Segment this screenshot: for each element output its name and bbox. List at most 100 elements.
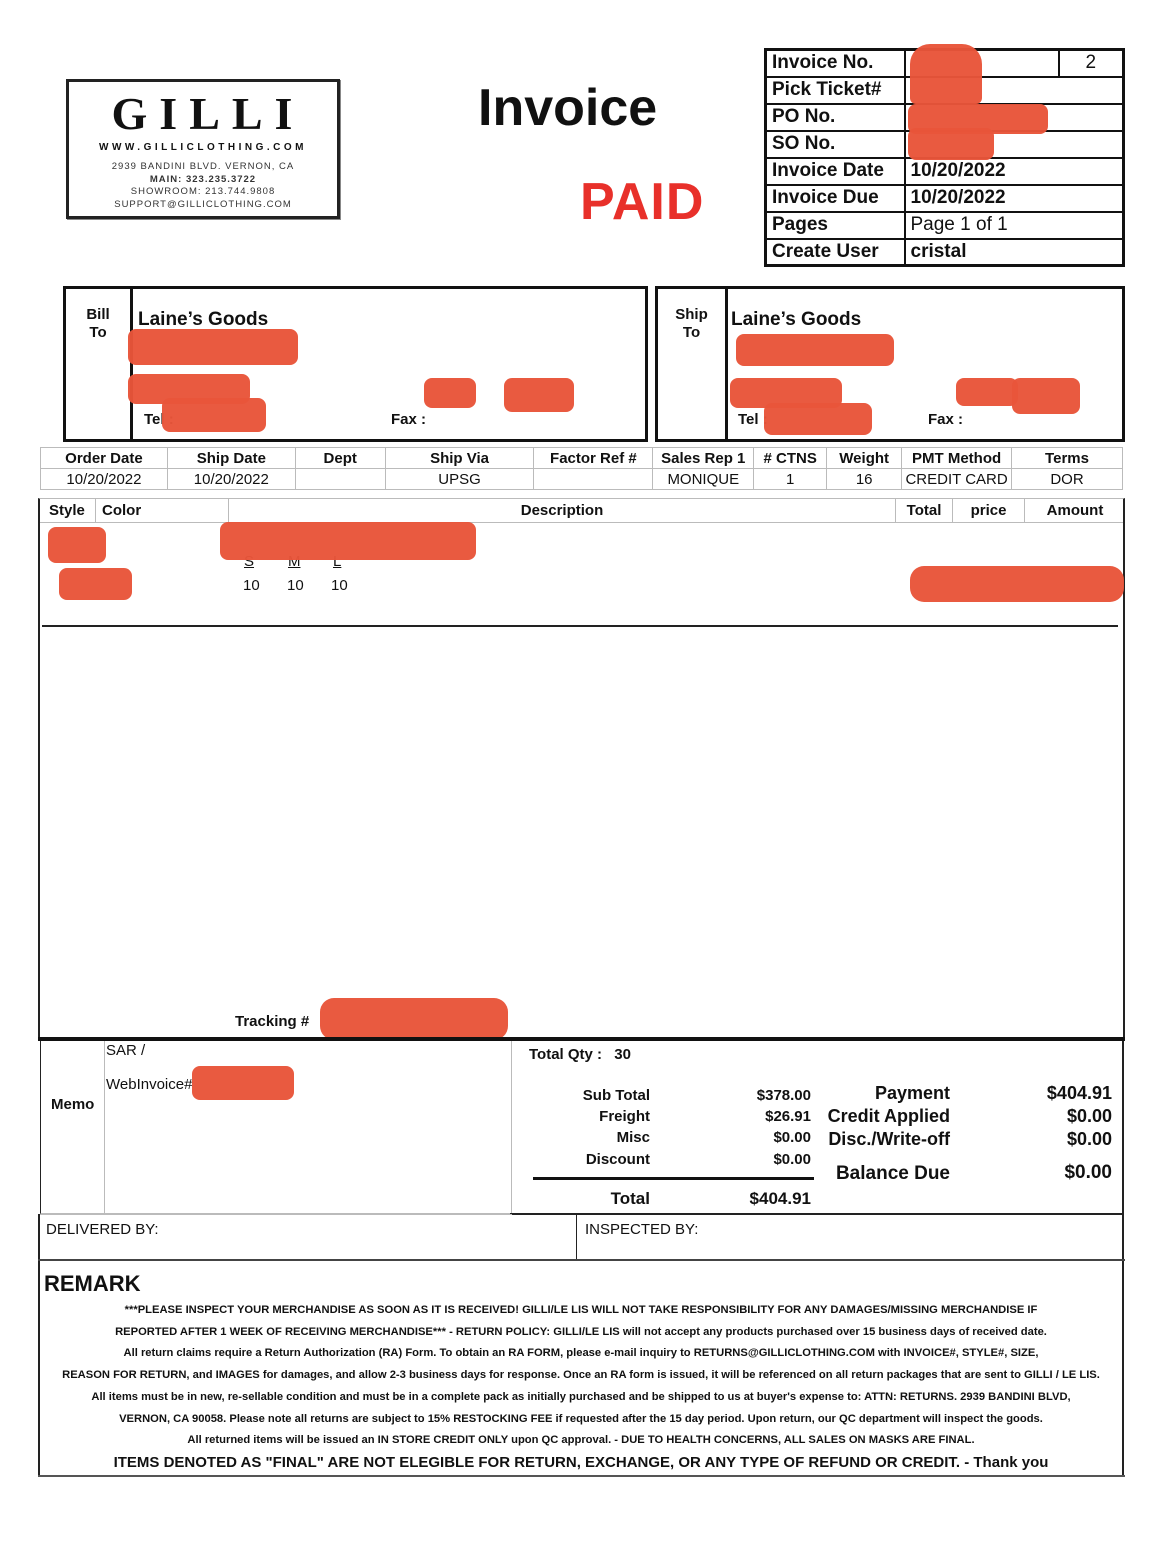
remark-line: All returned items will be issued an IN … — [187, 1434, 975, 1447]
redaction-mark — [162, 398, 266, 432]
line-item-divider — [42, 625, 1118, 627]
order-info-value-row: 10/20/2022 10/20/2022 UPSG MONIQUE 1 16 … — [40, 468, 1123, 490]
style-header: Style — [40, 499, 96, 523]
pmt-method-value: CREDIT CARD — [901, 468, 1013, 490]
bill-to-fax-label: Fax : — [391, 411, 427, 428]
company-website: WWW.GILLICLOTHING.COM — [99, 142, 307, 153]
tracking-label: Tracking # — [235, 1013, 310, 1030]
ship-to-label: Ship To — [658, 289, 728, 439]
disc-writeoff-label: Disc./Write-off — [828, 1129, 950, 1149]
info-label: SO No. — [764, 129, 906, 159]
pages-value: Page 1 of 1 — [903, 210, 1125, 240]
balance-due-label: Balance Due — [835, 1163, 950, 1184]
price-header: price — [953, 499, 1025, 523]
order-info-table: Order Date Ship Date Dept Ship Via Facto… — [40, 447, 1123, 490]
delivered-by-label: DELIVERED BY: — [46, 1221, 159, 1238]
ship-to-fax-label: Fax : — [928, 411, 964, 428]
info-label: Pages — [764, 210, 906, 240]
memo-divider — [104, 1041, 105, 1214]
order-header-cell: Ship Date — [166, 447, 296, 469]
order-date-value: 10/20/2022 — [40, 468, 168, 490]
signature-divider — [40, 1214, 512, 1215]
remark-final-notice: ITEMS DENOTED AS "FINAL" ARE NOT ELEGIBL… — [113, 1453, 1049, 1471]
redaction-mark — [192, 1066, 294, 1100]
create-user-value: cristal — [903, 237, 1125, 267]
order-header-cell: Weight — [826, 447, 903, 469]
brand-name: GILLI — [111, 88, 305, 139]
company-logo: GILLI WWW.GILLICLOTHING.COM 2939 BANDINI… — [66, 79, 340, 219]
ship-via-value: UPSG — [384, 468, 535, 490]
discount-value: $0.00 — [773, 1151, 811, 1168]
ship-to-name: Laine’s Goods — [731, 309, 862, 330]
size-quantity: 10 — [287, 577, 304, 594]
order-header-cell: PMT Method — [901, 447, 1013, 469]
remark-text: ***PLEASE INSPECT YOUR MERCHANDISE AS SO… — [40, 1300, 1122, 1473]
redaction-mark — [1012, 378, 1080, 414]
bill-to-name: Laine’s Goods — [138, 309, 269, 330]
order-header-cell: # CTNS — [753, 447, 828, 469]
info-row-invoice-date: Invoice Date 10/20/2022 — [764, 156, 1125, 186]
total-value: $404.91 — [749, 1189, 811, 1208]
info-label: Invoice No. — [764, 48, 906, 78]
company-support-email: SUPPORT@GILLICLOTHING.COM — [114, 198, 292, 210]
invoice-copy-number: 2 — [1057, 48, 1125, 78]
subtotal-label: Sub Total — [582, 1087, 650, 1104]
sales-rep-value: MONIQUE — [652, 468, 755, 490]
company-address: 2939 BANDINI BLVD. VERNON, CA — [111, 161, 295, 172]
order-header-cell: Order Date — [40, 447, 168, 469]
remark-line: VERNON, CA 90058. Please note all return… — [119, 1412, 1043, 1425]
redaction-mark — [908, 128, 994, 160]
remark-line: All return claims require a Return Autho… — [123, 1347, 1039, 1360]
color-header: Color — [96, 499, 229, 523]
invoice-due-value: 10/20/2022 — [903, 183, 1125, 213]
order-header-cell: Sales Rep 1 — [652, 447, 755, 469]
ctns-value: 1 — [753, 468, 828, 490]
company-main-phone: MAIN: 323.235.3722 — [149, 173, 257, 185]
info-row-invoice-due: Invoice Due 10/20/2022 — [764, 183, 1125, 213]
ship-to-label-line1: Ship — [675, 306, 708, 323]
order-header-cell: Factor Ref # — [533, 447, 654, 469]
order-info-header-row: Order Date Ship Date Dept Ship Via Facto… — [40, 447, 1123, 469]
weight-value: 16 — [826, 468, 903, 490]
bottom-border — [38, 1475, 1125, 1477]
memo-line-sar: SAR / — [106, 1042, 146, 1059]
info-row-pages: Pages Page 1 of 1 — [764, 210, 1125, 240]
redaction-mark — [220, 522, 476, 560]
terms-value: DOR — [1011, 468, 1123, 490]
redaction-mark — [504, 378, 574, 412]
redaction-mark — [320, 998, 508, 1040]
ship-date-value: 10/20/2022 — [166, 468, 296, 490]
redaction-mark — [910, 44, 982, 104]
redaction-mark — [128, 329, 298, 365]
order-header-cell: Dept — [294, 447, 386, 469]
description-header: Description — [229, 499, 896, 523]
payment-label: Payment — [874, 1083, 950, 1103]
redaction-mark — [424, 378, 476, 408]
remark-line: REASON FOR RETURN, and IMAGES for damage… — [62, 1369, 1100, 1382]
invoice-date-value: 10/20/2022 — [903, 156, 1125, 186]
total-rule — [533, 1177, 814, 1180]
balance-due-value: $0.00 — [1064, 1162, 1112, 1183]
credit-applied-label: Credit Applied — [827, 1106, 950, 1126]
total-qty-label: Total Qty : — [529, 1046, 603, 1063]
bill-to-label-line2: To — [89, 324, 107, 341]
discount-label: Discount — [585, 1151, 650, 1168]
info-label: PO No. — [764, 102, 906, 132]
company-showroom-phone: SHOWROOM: 213.744.9808 — [130, 186, 276, 197]
payment-value: $404.91 — [1046, 1083, 1112, 1103]
remark-line: REPORTED AFTER 1 WEEK OF RECEIVING MERCH… — [115, 1325, 1047, 1338]
info-label: Invoice Date — [764, 156, 906, 186]
redaction-mark — [48, 527, 106, 563]
redaction-mark — [910, 566, 1124, 602]
signature-divider — [510, 1213, 1124, 1215]
order-header-cell: Terms — [1011, 447, 1123, 469]
freight-value: $26.91 — [765, 1108, 811, 1125]
bill-to-label: Bill To — [66, 289, 133, 439]
misc-value: $0.00 — [773, 1129, 811, 1146]
memo-line-webinvoice: WebInvoice# — [106, 1076, 193, 1093]
inspected-by-label: INSPECTED BY: — [585, 1221, 699, 1238]
signature-column-divider — [576, 1214, 577, 1260]
redaction-mark — [956, 378, 1018, 406]
factor-ref-value — [533, 468, 654, 490]
total-label: Total — [610, 1189, 650, 1208]
